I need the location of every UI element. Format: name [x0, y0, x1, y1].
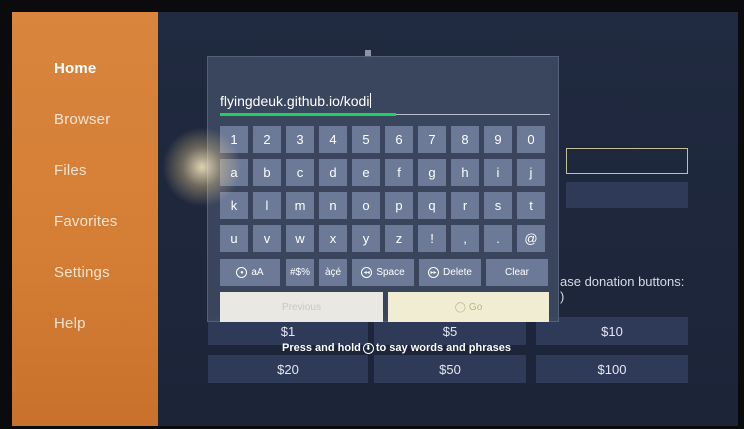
sidebar-item-files[interactable]: Files [54, 162, 87, 179]
donation-text: ase donation buttons: ) [560, 274, 684, 304]
donate-50-button[interactable]: $50 [374, 355, 526, 383]
voice-hint-suffix: to say words and phrases [375, 342, 511, 354]
tv-screen: Home Browser Files Favorites Settings He… [12, 12, 738, 426]
key[interactable]: w [286, 225, 314, 252]
key[interactable]: p [385, 192, 413, 219]
key[interactable]: 6 [385, 126, 413, 153]
key[interactable]: , [451, 225, 479, 252]
delete-key[interactable]: ▸▸ Delete [419, 259, 481, 286]
key[interactable]: d [319, 159, 347, 186]
key[interactable]: e [352, 159, 380, 186]
key[interactable]: k [220, 192, 248, 219]
key[interactable]: r [451, 192, 479, 219]
delete-key-label: Delete [443, 267, 472, 278]
go-button-label: Go [468, 301, 483, 313]
key[interactable]: a [220, 159, 248, 186]
sidebar-item-favorites[interactable]: Favorites [54, 213, 118, 230]
background-url-field[interactable] [566, 148, 688, 174]
key[interactable]: c [286, 159, 314, 186]
key[interactable]: 3 [286, 126, 314, 153]
microphone-icon: ⬇ [362, 342, 374, 354]
sidebar-item-settings[interactable]: Settings [54, 264, 110, 281]
key[interactable]: @ [517, 225, 545, 252]
key[interactable]: i [484, 159, 512, 186]
url-input-value: flyingdeuk.github.io/kodi [220, 93, 370, 109]
accents-key[interactable]: àçé [319, 259, 347, 286]
caps-key-label: aA [251, 267, 264, 278]
clear-key[interactable]: Clear [486, 259, 548, 286]
key[interactable]: b [253, 159, 281, 186]
sidebar-item-help[interactable]: Help [54, 315, 86, 332]
key[interactable]: 4 [319, 126, 347, 153]
caps-key[interactable]: ● aA [220, 259, 280, 286]
key[interactable]: s [484, 192, 512, 219]
voice-hint: Press and hold ⬇ to say words and phrase… [282, 342, 511, 354]
key[interactable]: y [352, 225, 380, 252]
key[interactable]: g [418, 159, 446, 186]
key[interactable]: z [385, 225, 413, 252]
key[interactable]: u [220, 225, 248, 252]
key[interactable]: f [385, 159, 413, 186]
key[interactable]: j [517, 159, 545, 186]
key[interactable]: n [319, 192, 347, 219]
url-input[interactable]: flyingdeuk.github.io/kodi [220, 93, 372, 109]
space-key-label: Space [376, 267, 405, 278]
key[interactable]: 9 [484, 126, 512, 153]
sidebar-item-browser[interactable]: Browser [54, 111, 110, 128]
key[interactable]: h [451, 159, 479, 186]
key[interactable]: . [484, 225, 512, 252]
key[interactable]: 2 [253, 126, 281, 153]
go-icon: ◯ [454, 301, 466, 313]
key[interactable]: v [253, 225, 281, 252]
donate-20-button[interactable]: $20 [208, 355, 368, 383]
key[interactable]: x [319, 225, 347, 252]
fast-forward-icon: ▸▸ [428, 267, 440, 278]
donation-text-line2: ) [560, 289, 565, 304]
text-caret [370, 93, 372, 108]
key[interactable]: 8 [451, 126, 479, 153]
key[interactable]: m [286, 192, 314, 219]
key[interactable]: o [352, 192, 380, 219]
key[interactable]: 7 [418, 126, 446, 153]
key[interactable]: q [418, 192, 446, 219]
input-focus-highlight [220, 113, 396, 116]
key[interactable]: ! [418, 225, 446, 252]
key[interactable]: 0 [517, 126, 545, 153]
donation-text-line1: ase donation buttons: [560, 274, 685, 289]
option-icon: ● [236, 267, 248, 278]
key[interactable]: t [517, 192, 545, 219]
key[interactable]: l [253, 192, 281, 219]
voice-hint-prefix: Press and hold [282, 342, 361, 354]
key[interactable]: 5 [352, 126, 380, 153]
previous-button[interactable]: Previous [220, 292, 383, 322]
key[interactable]: 1 [220, 126, 248, 153]
donate-100-button[interactable]: $100 [536, 355, 688, 383]
onscreen-keyboard: flyingdeuk.github.io/kodi 1234567890 abcd… [207, 56, 559, 322]
go-button[interactable]: ◯ Go [388, 292, 549, 322]
rewind-icon: ◂◂ [361, 267, 373, 278]
sidebar-item-home[interactable]: Home [54, 60, 96, 77]
space-key[interactable]: ◂◂ Space [352, 259, 414, 286]
symbols-key[interactable]: #$% [286, 259, 314, 286]
background-button[interactable] [566, 182, 688, 208]
sidebar: Home Browser Files Favorites Settings He… [12, 12, 158, 426]
